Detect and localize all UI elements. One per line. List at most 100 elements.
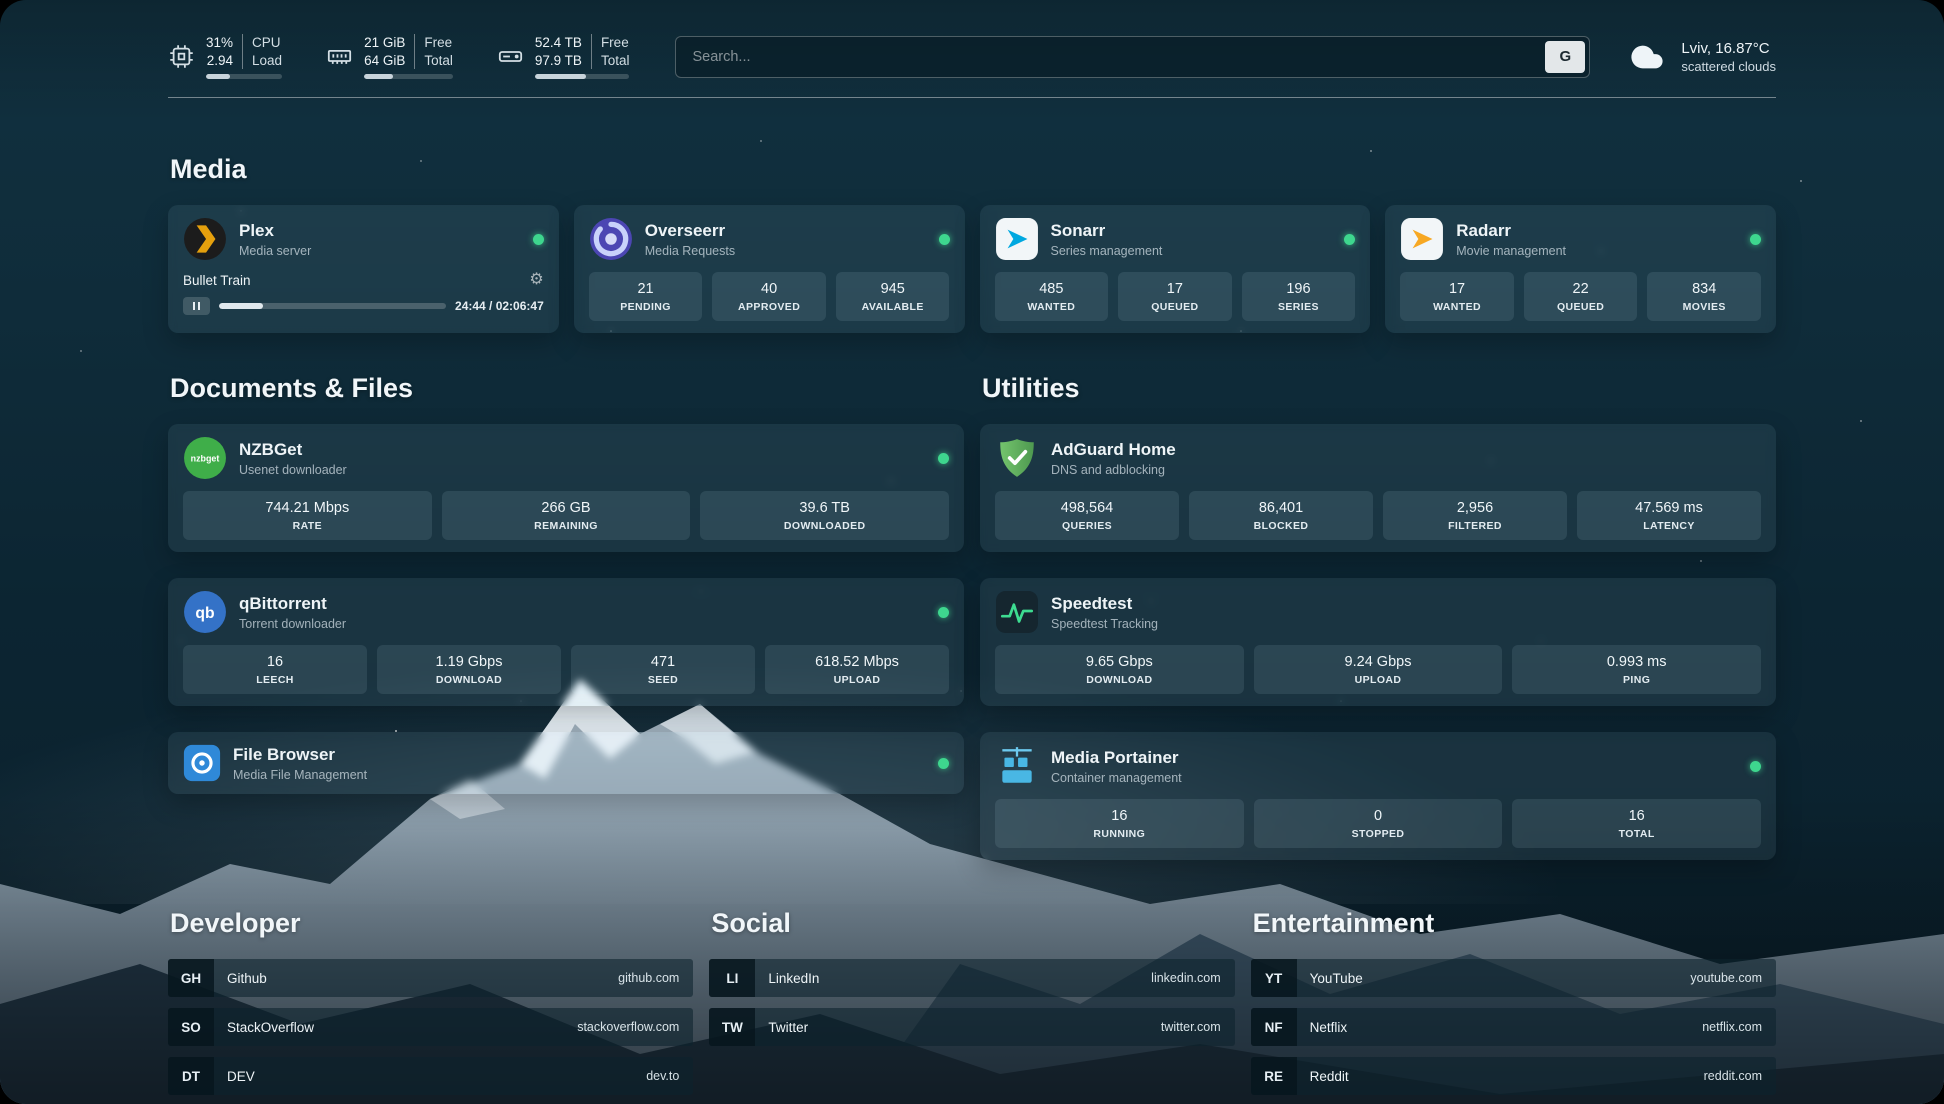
memory-free-value: 21 GiB <box>364 34 414 52</box>
app-card-sonarr[interactable]: Sonarr Series management 485WANTED 17QUE… <box>980 205 1371 333</box>
cpu-progress-bar <box>206 74 282 79</box>
app-subtitle: DNS and adblocking <box>1051 463 1176 477</box>
bookmark-row-twitter[interactable]: TW Twitter twitter.com <box>709 1008 1234 1046</box>
status-dot <box>1344 234 1355 245</box>
utilities-section-title: Utilities <box>982 373 1776 404</box>
radarr-icon <box>1400 217 1444 261</box>
top-bar: 31% CPU 2.94 Load <box>168 34 1776 79</box>
app-card-speedtest[interactable]: Speedtest Speedtest Tracking 9.65 GbpsDO… <box>980 578 1776 706</box>
app-subtitle: Torrent downloader <box>239 617 346 631</box>
bookmark-domain: stackoverflow.com <box>577 1020 693 1034</box>
bookmark-name: YouTube <box>1297 971 1363 986</box>
section-documents: Documents & Files nzbget NZBGet Usenet d… <box>168 373 964 860</box>
weather-location-temp: Lviv, 16.87°C <box>1681 40 1776 57</box>
app-card-adguard[interactable]: AdGuard Home DNS and adblocking 498,564Q… <box>980 424 1776 552</box>
app-card-qbittorrent[interactable]: qb qBittorrent Torrent downloader 16LEEC… <box>168 578 964 706</box>
bookmark-row-reddit[interactable]: RE Reddit reddit.com <box>1251 1057 1776 1095</box>
stat-downloaded: 39.6 TBDOWNLOADED <box>700 491 949 540</box>
weather-condition: scattered clouds <box>1681 59 1776 74</box>
bookmark-domain: linkedin.com <box>1151 971 1234 985</box>
bookmark-row-stackoverflow[interactable]: SO StackOverflow stackoverflow.com <box>168 1008 693 1046</box>
stat-upload: 618.52 MbpsUPLOAD <box>765 645 949 694</box>
stat-queued: 17QUEUED <box>1118 272 1232 321</box>
app-name: Radarr <box>1456 221 1566 241</box>
bookmark-row-dev[interactable]: DT DEV dev.to <box>168 1057 693 1095</box>
app-name: Sonarr <box>1051 221 1163 241</box>
stat-total: 16TOTAL <box>1512 799 1761 848</box>
disk-progress-bar <box>535 74 630 79</box>
cloud-icon <box>1626 40 1668 74</box>
bookmark-row-github[interactable]: GH Github github.com <box>168 959 693 997</box>
speedtest-icon <box>995 590 1039 634</box>
status-dot <box>938 607 949 618</box>
bookmark-name: LinkedIn <box>755 971 819 986</box>
cpu-usage-value: 31% <box>206 34 242 52</box>
memory-total-value: 64 GiB <box>364 52 414 70</box>
svg-text:qb: qb <box>195 605 214 622</box>
bookmark-domain: youtube.com <box>1690 971 1776 985</box>
disk-total-label: Total <box>591 52 630 70</box>
stat-rate: 744.21 MbpsRATE <box>183 491 432 540</box>
app-subtitle: Container management <box>1051 771 1182 785</box>
app-name: Overseerr <box>645 221 735 241</box>
disk-icon <box>497 43 524 70</box>
bookmark-name: Netflix <box>1297 1020 1348 1035</box>
app-name: File Browser <box>233 745 367 765</box>
memory-free-label: Free <box>414 34 453 52</box>
app-card-portainer[interactable]: Media Portainer Container management 16R… <box>980 732 1776 860</box>
bookmark-abbr: GH <box>168 959 214 997</box>
plex-icon <box>183 217 227 261</box>
cpu-load-value: 2.94 <box>206 52 242 70</box>
stat-remaining: 266 GBREMAINING <box>442 491 691 540</box>
bookmark-row-linkedin[interactable]: LI LinkedIn linkedin.com <box>709 959 1234 997</box>
google-search-button[interactable]: G <box>1545 41 1585 73</box>
bookmark-group-developer: Developer GH Github github.com SO StackO… <box>168 908 693 1104</box>
app-name: AdGuard Home <box>1051 440 1176 460</box>
search-input[interactable] <box>675 36 1590 78</box>
nzbget-icon: nzbget <box>183 436 227 480</box>
stat-latency: 47.569 msLATENCY <box>1577 491 1761 540</box>
bookmark-abbr: NF <box>1251 1008 1297 1046</box>
app-card-filebrowser[interactable]: File Browser Media File Management <box>168 732 964 794</box>
bookmark-name: Github <box>214 971 267 986</box>
stat-approved: 40APPROVED <box>712 272 826 321</box>
social-section-title: Social <box>711 908 1234 939</box>
app-subtitle: Usenet downloader <box>239 463 347 477</box>
section-utilities: Utilities <box>980 373 1776 860</box>
bookmark-domain: dev.to <box>646 1069 693 1083</box>
app-card-radarr[interactable]: Radarr Movie management 17WANTED 22QUEUE… <box>1385 205 1776 333</box>
stat-filtered: 2,956FILTERED <box>1383 491 1567 540</box>
bookmark-group-social: Social LI LinkedIn linkedin.com TW Twitt… <box>709 908 1234 1104</box>
status-dot <box>533 234 544 245</box>
app-card-nzbget[interactable]: nzbget NZBGet Usenet downloader 744.21 M… <box>168 424 964 552</box>
gear-icon[interactable]: ⚙ <box>529 272 543 288</box>
entertainment-section-title: Entertainment <box>1253 908 1776 939</box>
ram-icon <box>326 43 353 70</box>
stat-series: 196SERIES <box>1242 272 1356 321</box>
resource-widgets: 31% CPU 2.94 Load <box>168 34 629 79</box>
stat-upload: 9.24 GbpsUPLOAD <box>1254 645 1503 694</box>
bookmark-name: Twitter <box>755 1020 808 1035</box>
bookmark-abbr: DT <box>168 1057 214 1095</box>
app-subtitle: Speedtest Tracking <box>1051 617 1158 631</box>
playback-progress-bar[interactable] <box>219 303 446 309</box>
app-name: qBittorrent <box>239 594 346 614</box>
stat-movies: 834MOVIES <box>1647 272 1761 321</box>
bookmark-row-youtube[interactable]: YT YouTube youtube.com <box>1251 959 1776 997</box>
stat-download: 9.65 GbpsDOWNLOAD <box>995 645 1244 694</box>
bookmark-abbr: RE <box>1251 1057 1297 1095</box>
bookmark-domain: netflix.com <box>1702 1020 1776 1034</box>
disk-widget: 52.4 TB Free 97.9 TB Total <box>497 34 630 79</box>
app-card-plex[interactable]: Plex Media server Bullet Train ⚙ 24:44 /… <box>168 205 559 333</box>
bookmark-row-netflix[interactable]: NF Netflix netflix.com <box>1251 1008 1776 1046</box>
stat-download: 1.19 GbpsDOWNLOAD <box>377 645 561 694</box>
media-section-title: Media <box>170 154 1776 185</box>
pause-button[interactable] <box>183 297 210 315</box>
documents-section-title: Documents & Files <box>170 373 964 404</box>
app-subtitle: Media Requests <box>645 244 735 258</box>
bookmark-name: Reddit <box>1297 1069 1349 1084</box>
app-card-overseerr[interactable]: Overseerr Media Requests 21PENDING 40APP… <box>574 205 965 333</box>
status-dot <box>1750 761 1761 772</box>
app-subtitle: Series management <box>1051 244 1163 258</box>
bookmark-abbr: LI <box>709 959 755 997</box>
